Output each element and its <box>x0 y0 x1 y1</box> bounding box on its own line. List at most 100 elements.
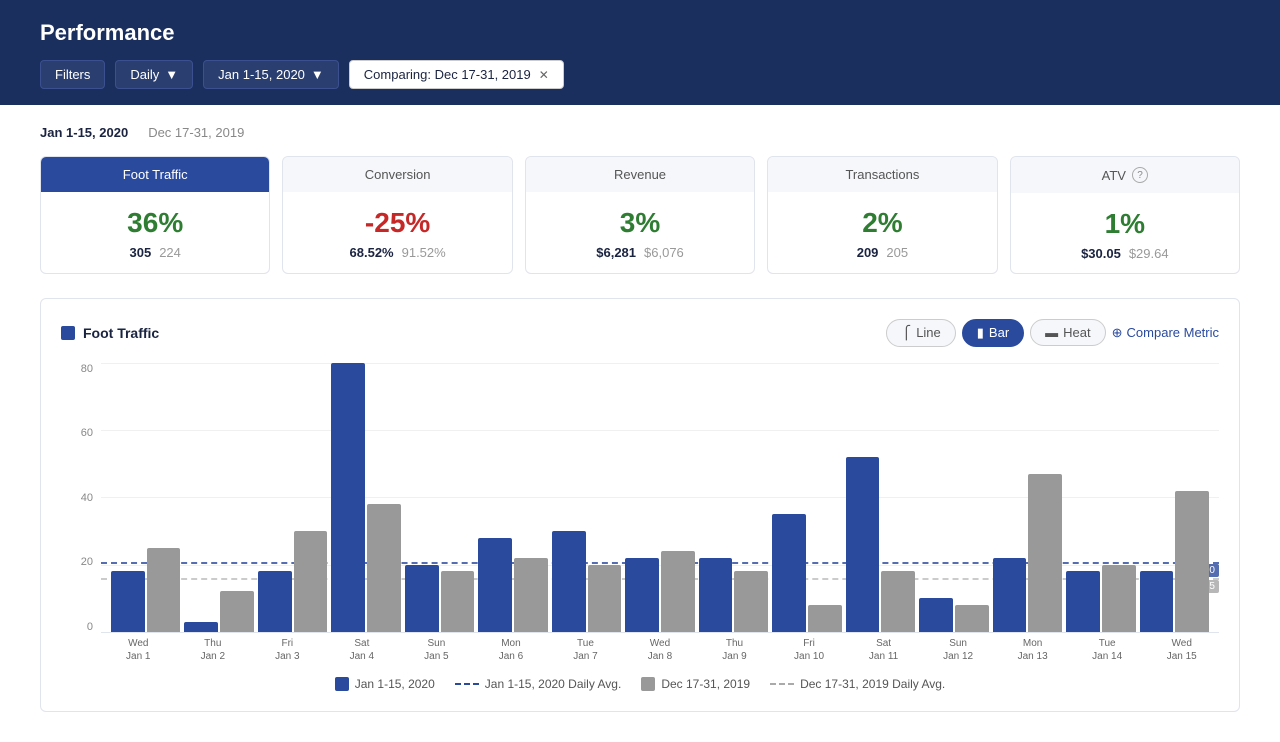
bar-blue <box>184 622 218 632</box>
page-wrapper: Performance Filters Daily ▼ Jan 1-15, 20… <box>0 0 1280 742</box>
bar-blue <box>993 558 1027 632</box>
x-axis-label: Thu Jan 9 <box>697 637 772 663</box>
value-secondary: 205 <box>886 245 908 260</box>
value-secondary: $6,076 <box>644 245 684 260</box>
value-primary: 305 <box>130 245 152 260</box>
header: Performance Filters Daily ▼ Jan 1-15, 20… <box>0 0 1280 105</box>
metric-name: Conversion <box>365 167 431 182</box>
bars-container <box>101 363 1219 632</box>
value-primary: 209 <box>857 245 879 260</box>
bar-group <box>478 363 547 632</box>
bar-group <box>258 363 327 632</box>
x-axis-label: Wed Jan 15 <box>1144 637 1219 663</box>
header-controls: Filters Daily ▼ Jan 1-15, 2020 ▼ Compari… <box>40 60 1240 89</box>
plus-circle-icon: ⊕ <box>1112 325 1123 341</box>
compare-metric-button[interactable]: ⊕ Compare Metric <box>1112 325 1219 341</box>
metric-card-revenue[interactable]: Revenue 3% $6,281 $6,076 <box>525 156 755 274</box>
x-axis-label: Fri Jan 3 <box>250 637 325 663</box>
metric-values: 68.52% 91.52% <box>297 245 497 260</box>
metric-header: Foot Traffic <box>41 157 269 192</box>
value-secondary: 91.52% <box>402 245 446 260</box>
comparing-button[interactable]: Comparing: Dec 17-31, 2019 ✕ <box>349 60 564 89</box>
comparing-label: Comparing: Dec 17-31, 2019 <box>364 67 531 82</box>
metric-card-foot-traffic[interactable]: Foot Traffic 36% 305 224 <box>40 156 270 274</box>
heat-button[interactable]: ▬ Heat <box>1030 319 1105 346</box>
value-primary: $30.05 <box>1081 246 1121 261</box>
bar-group <box>111 363 180 632</box>
line-chart-icon: ⎧ <box>901 325 911 341</box>
metric-values: $30.05 $29.64 <box>1025 246 1225 261</box>
chevron-down-icon: ▼ <box>165 67 178 82</box>
bar-blue <box>1140 571 1174 632</box>
legend-line-gray-dashed-icon <box>770 683 794 685</box>
y-label: 20 <box>81 556 93 568</box>
bar-blue <box>919 598 953 632</box>
bar-group <box>625 363 694 632</box>
info-icon[interactable]: ? <box>1132 167 1148 183</box>
metric-card-transactions[interactable]: Transactions 2% 209 205 <box>767 156 997 274</box>
legend-line-blue-dashed-icon <box>455 683 479 685</box>
bar-gray <box>220 591 254 631</box>
bar-blue <box>405 565 439 632</box>
metric-percent: 2% <box>782 208 982 239</box>
bar-group <box>331 363 400 632</box>
bar-blue <box>552 531 586 632</box>
filters-button[interactable]: Filters <box>40 60 105 89</box>
metric-card-conversion[interactable]: Conversion -25% 68.52% 91.52% <box>282 156 512 274</box>
metric-card-atv[interactable]: ATV ? 1% $30.05 $29.64 <box>1010 156 1240 274</box>
bar-button[interactable]: ▮ Bar <box>962 319 1024 347</box>
metric-header: Transactions <box>768 157 996 192</box>
content: Jan 1-15, 2020 Dec 17-31, 2019 Foot Traf… <box>0 105 1280 742</box>
frequency-dropdown[interactable]: Daily ▼ <box>115 60 193 89</box>
page-title: Performance <box>40 20 1240 46</box>
x-axis-label: Mon Jan 6 <box>474 637 549 663</box>
bar-group <box>552 363 621 632</box>
bar-gray <box>1175 491 1209 632</box>
metric-name: ATV <box>1102 168 1126 183</box>
bar-gray <box>734 571 768 632</box>
bar-gray <box>1028 474 1062 632</box>
chart-header: Foot Traffic ⎧ Line ▮ Bar ▬ Heat <box>61 319 1219 347</box>
chevron-down-icon: ▼ <box>311 67 324 82</box>
x-axis-label: Fri Jan 10 <box>772 637 847 663</box>
y-label: 40 <box>81 492 93 504</box>
chart-controls: ⎧ Line ▮ Bar ▬ Heat ⊕ Compare Metric <box>886 319 1219 347</box>
date-range-dropdown[interactable]: Jan 1-15, 2020 ▼ <box>203 60 339 89</box>
close-icon[interactable]: ✕ <box>539 68 549 82</box>
heat-btn-label: Heat <box>1063 325 1090 340</box>
bar-gray <box>1102 565 1136 632</box>
metric-body: -25% 68.52% 91.52% <box>283 192 511 272</box>
legend-item-gray-dashed: Dec 17-31, 2019 Daily Avg. <box>770 677 945 691</box>
bar-blue <box>625 558 659 632</box>
x-axis-label: Tue Jan 7 <box>548 637 623 663</box>
bar-gray <box>367 504 401 632</box>
bar-blue <box>478 538 512 632</box>
metric-name: Foot Traffic <box>123 167 188 182</box>
chart-area: 80 60 40 20 0 <box>61 363 1219 663</box>
x-axis-label: Thu Jan 2 <box>176 637 251 663</box>
metric-values: $6,281 $6,076 <box>540 245 740 260</box>
bar-blue <box>699 558 733 632</box>
metric-body: 1% $30.05 $29.64 <box>1011 193 1239 273</box>
metric-body: 3% $6,281 $6,076 <box>526 192 754 272</box>
metric-percent: 1% <box>1025 209 1225 240</box>
date-range-label: Jan 1-15, 2020 <box>218 67 305 82</box>
bar-blue <box>846 457 880 632</box>
x-axis-label: Wed Jan 8 <box>623 637 698 663</box>
x-axis-label: Tue Jan 14 <box>1070 637 1145 663</box>
y-label: 80 <box>81 363 93 375</box>
legend-label: Dec 17-31, 2019 Daily Avg. <box>800 677 945 691</box>
chart-inner: 20 15 <box>101 363 1219 633</box>
bar-gray <box>881 571 915 632</box>
metric-body: 2% 209 205 <box>768 192 996 272</box>
chart-title: Foot Traffic <box>61 325 159 341</box>
metrics-row: Foot Traffic 36% 305 224 Conversion -25% <box>40 156 1240 274</box>
bar-gray <box>441 571 475 632</box>
line-btn-label: Line <box>916 325 941 340</box>
line-button[interactable]: ⎧ Line <box>886 319 955 347</box>
legend-color-gray <box>641 677 655 691</box>
bar-blue <box>111 571 145 632</box>
bar-btn-label: Bar <box>989 325 1009 340</box>
bar-gray <box>588 565 622 632</box>
legend-item-blue: Jan 1-15, 2020 <box>335 677 435 691</box>
